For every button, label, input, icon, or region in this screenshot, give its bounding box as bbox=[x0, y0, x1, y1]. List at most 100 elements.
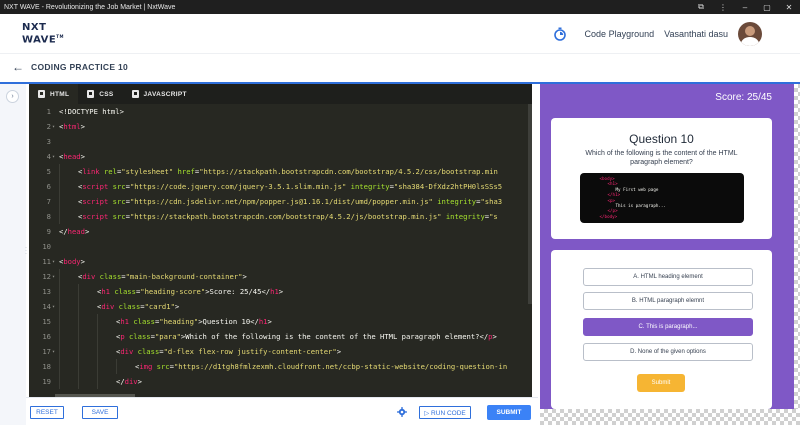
code-text: <script src="https://code.jquery.com/jqu… bbox=[59, 182, 502, 191]
editor-action-bar: RESET SAVE ▷ RUN CODE SUBMIT bbox=[26, 397, 538, 425]
editor-resize-handle[interactable]: · · · bbox=[25, 245, 28, 257]
fold-toggle-icon[interactable]: ▾ bbox=[51, 304, 59, 310]
tab-javascript-label: JAVASCRIPT bbox=[143, 90, 187, 98]
logo-line-2: WAVE bbox=[22, 34, 57, 46]
css-file-icon bbox=[87, 90, 95, 98]
code-token: "s bbox=[489, 212, 498, 221]
code-line[interactable]: 17 ▾ <div class="d-flex flex-row justify-c… bbox=[29, 344, 532, 359]
back-arrow-icon[interactable]: ← bbox=[12, 60, 26, 74]
preview-submit-button[interactable]: Submit bbox=[637, 374, 685, 392]
indent-guide bbox=[97, 359, 98, 374]
options-card: A. HTML heading element B. HTML paragrap… bbox=[551, 250, 772, 409]
line-number: 15 bbox=[42, 317, 51, 326]
tab-html-label: HTML bbox=[50, 90, 70, 98]
code-line[interactable]: 19 </div> bbox=[29, 374, 532, 389]
code-token: href bbox=[177, 167, 195, 176]
indent-guide bbox=[59, 329, 60, 344]
line-number: 11 bbox=[42, 257, 51, 266]
code-token: "https://stackpath.bootstrapcdn.com/boot… bbox=[129, 212, 442, 221]
indent-guide bbox=[97, 344, 98, 359]
save-button[interactable]: SAVE bbox=[82, 406, 118, 419]
nxtwave-logo[interactable]: NXT WAVETM bbox=[22, 22, 64, 46]
code-line[interactable]: 5 <link rel="stylesheet" href="https://st… bbox=[29, 164, 532, 179]
window-title: NXT WAVE - Revolutionizing the Job Marke… bbox=[4, 3, 176, 11]
code-line[interactable]: 12 ▾ <div class="main-background-container… bbox=[29, 269, 532, 284]
code-area[interactable]: 1 <!DOCTYPE html> 2 ▾ <html> 3 4 ▾ <head> 5 <link … bbox=[29, 104, 532, 397]
code-token: <!DOCTYPE html> bbox=[59, 107, 124, 116]
logo-tm: TM bbox=[56, 33, 64, 39]
maximize-icon[interactable]: ▢ bbox=[756, 3, 778, 12]
code-token: src bbox=[112, 182, 126, 191]
code-line[interactable]: 1 <!DOCTYPE html> bbox=[29, 104, 532, 119]
code-line[interactable]: 15 <h1 class="heading">Question 10</h1> bbox=[29, 314, 532, 329]
indent-guide bbox=[59, 269, 60, 284]
indent-guide bbox=[78, 284, 79, 299]
code-token: > bbox=[242, 272, 247, 281]
code-token: "https://d1tgh8fmlzexmh.cloudfront.net/c… bbox=[173, 362, 508, 371]
html-file-icon bbox=[38, 90, 45, 98]
code-token: src bbox=[112, 212, 126, 221]
code-line[interactable]: 14 ▾ <div class="card1"> bbox=[29, 299, 532, 314]
option-c[interactable]: C. This is paragraph... bbox=[583, 318, 753, 336]
tab-javascript[interactable]: JAVASCRIPT bbox=[123, 84, 196, 104]
code-text: <!DOCTYPE html> bbox=[59, 107, 124, 116]
code-image-tag: </h1> bbox=[607, 192, 621, 198]
code-playground-link[interactable]: Code Playground bbox=[585, 29, 655, 39]
minimize-icon[interactable]: – bbox=[734, 3, 756, 12]
indent-guide bbox=[78, 314, 79, 329]
close-icon[interactable]: ✕ bbox=[778, 3, 800, 12]
restore-icon[interactable]: ⧉ bbox=[690, 2, 712, 12]
indent-guide bbox=[59, 284, 60, 299]
fold-toggle-icon[interactable]: ▾ bbox=[51, 124, 59, 130]
fold-toggle-icon[interactable]: ▾ bbox=[51, 349, 59, 355]
code-line[interactable]: 7 <script src="https://cdn.jsdelivr.net/n… bbox=[29, 194, 532, 209]
code-image-tag: <p> bbox=[607, 197, 616, 203]
run-code-button[interactable]: ▷ RUN CODE bbox=[419, 406, 471, 419]
expand-sidebar-button[interactable]: › bbox=[6, 90, 19, 103]
code-line[interactable]: 3 bbox=[29, 134, 532, 149]
code-token: class bbox=[128, 332, 151, 341]
code-token: </ bbox=[116, 377, 125, 386]
line-number: 19 bbox=[42, 377, 51, 386]
fold-toggle-icon[interactable]: ▾ bbox=[51, 274, 59, 280]
timer-icon[interactable] bbox=[553, 27, 567, 41]
code-token: h1 bbox=[120, 317, 129, 326]
code-line[interactable]: 4 ▾ <head> bbox=[29, 149, 532, 164]
submit-button[interactable]: SUBMIT bbox=[487, 405, 531, 420]
tab-css[interactable]: CSS bbox=[78, 84, 122, 104]
option-d[interactable]: D. None of the given options bbox=[583, 343, 753, 361]
indent-guide bbox=[59, 359, 60, 374]
code-text: </div> bbox=[59, 377, 142, 386]
code-line[interactable]: 13 <h1 class="heading-score">Score: 25/45… bbox=[29, 284, 532, 299]
option-b[interactable]: B. HTML paragraph elemnt bbox=[583, 292, 753, 310]
code-line[interactable]: 11 ▾ <body> bbox=[29, 254, 532, 269]
indent-guide bbox=[59, 299, 60, 314]
code-line[interactable]: 2 ▾ <html> bbox=[29, 119, 532, 134]
code-line[interactable]: 10 bbox=[29, 239, 532, 254]
vertical-scrollbar[interactable] bbox=[528, 104, 532, 304]
line-number: 5 bbox=[46, 167, 51, 176]
code-text: <div class="main-background-container"> bbox=[59, 272, 247, 281]
code-line[interactable]: 8 <script src="https://stackpath.bootstra… bbox=[29, 209, 532, 224]
reset-button[interactable]: RESET bbox=[30, 406, 64, 419]
fold-toggle-icon[interactable]: ▾ bbox=[51, 259, 59, 265]
tab-html[interactable]: HTML bbox=[29, 84, 79, 104]
indent-guide bbox=[97, 314, 98, 329]
code-token: "stylesheet" bbox=[121, 167, 174, 176]
user-name[interactable]: Vasanthati dasu bbox=[664, 29, 728, 39]
code-line[interactable]: 18 <img src="https://d1tgh8fmlzexmh.cloud… bbox=[29, 359, 532, 374]
line-number: 10 bbox=[42, 242, 51, 251]
code-image-tag: </p> bbox=[607, 208, 618, 214]
more-menu-icon[interactable]: ⋮ bbox=[712, 3, 734, 12]
avatar[interactable] bbox=[738, 22, 762, 46]
fold-toggle-icon[interactable]: ▾ bbox=[51, 154, 59, 160]
code-line[interactable]: 9 </head> bbox=[29, 224, 532, 239]
settings-gear-icon[interactable] bbox=[397, 407, 407, 417]
option-a[interactable]: A. HTML heading element bbox=[583, 268, 753, 286]
question-text: Which of the following is the content of… bbox=[585, 150, 738, 166]
code-line[interactable]: 16 <p class="para">Which of the following… bbox=[29, 329, 532, 344]
code-token: class bbox=[133, 317, 155, 326]
code-line[interactable]: 6 <script src="https://code.jquery.com/jq… bbox=[29, 179, 532, 194]
indent-guide bbox=[78, 299, 79, 314]
line-number: 1 bbox=[46, 107, 51, 116]
